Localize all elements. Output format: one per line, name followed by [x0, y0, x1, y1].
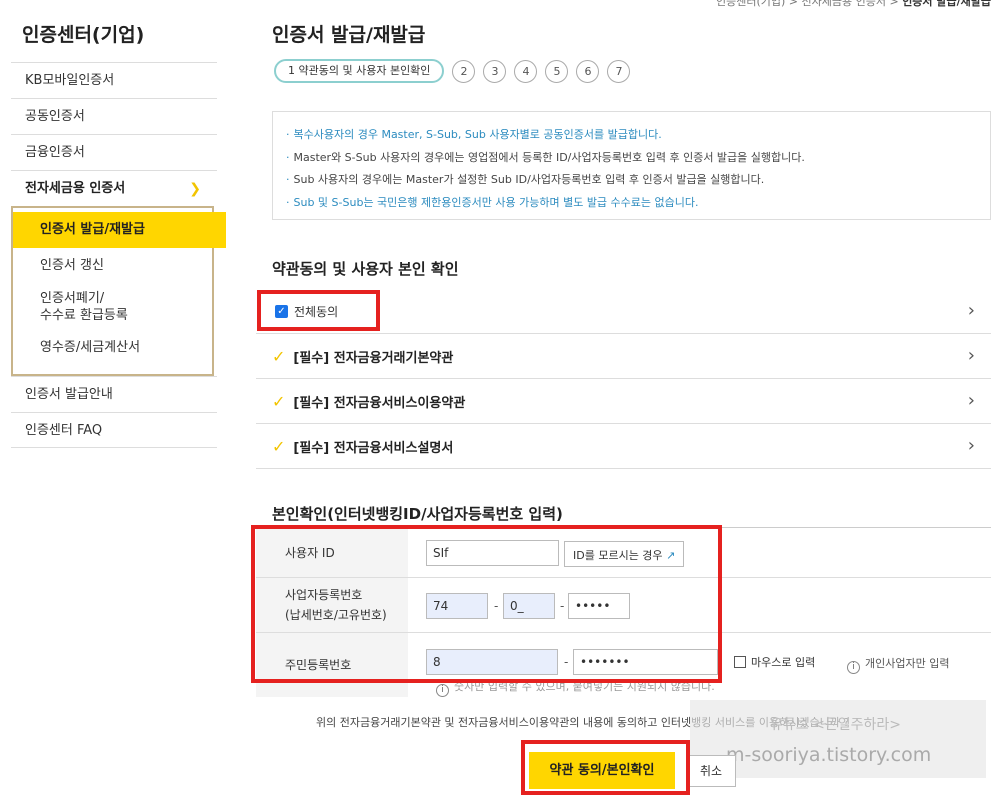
cancel-button[interactable]: 취소 — [686, 755, 736, 787]
find-id-label: ID를 모르시는 경우 — [573, 549, 663, 562]
step-item: 4 — [514, 59, 538, 83]
field-label: 사용자 ID — [256, 528, 408, 577]
page-title: 인증서 발급/재발급 — [272, 24, 426, 46]
sidebar-item-finance-cert[interactable]: 금융인증서 — [11, 134, 217, 170]
sidebar-item-guide[interactable]: 인증서 발급안내 — [11, 376, 217, 412]
sidebar-item-joint-cert[interactable]: 공동인증서 — [11, 98, 217, 134]
notice-line: 복수사용자의 경우 Master, S-Sub, Sub 사용자별로 공동인증서… — [286, 124, 990, 147]
separator: - — [560, 599, 565, 613]
sidebar-item-e-tax-cert[interactable]: 전자세금용 인증서 ❯ — [11, 170, 217, 206]
biz-number-input-3[interactable]: ••••• — [568, 593, 630, 619]
chevron-right-icon[interactable]: › — [968, 435, 975, 456]
user-id-input[interactable]: SIf — [426, 540, 559, 566]
mouse-input-toggle[interactable]: 마우스로 입력 — [734, 654, 815, 670]
rrn-input-1[interactable]: 8 — [426, 649, 558, 675]
field-label-line: (납세번호/고유번호) — [285, 608, 387, 622]
agree-confirm-button[interactable]: 약관 동의/본인확인 — [529, 752, 675, 789]
submenu-item-renew[interactable]: 인증서 갱신 — [13, 248, 212, 284]
biz-number-input-2[interactable]: 0_ — [503, 593, 555, 619]
breadcrumb-current: 인증서 발급/재발급 — [902, 0, 991, 8]
check-icon: ✓ — [272, 391, 286, 411]
user-id-row: 사용자 ID SIf ID를 모르시는 경우 ↗ — [256, 528, 991, 578]
chevron-down-icon: ❯ — [189, 181, 201, 197]
check-icon: ✓ — [272, 346, 286, 366]
submenu-item-receipt[interactable]: 영수증/세금계산서 — [13, 330, 212, 366]
watermark-line: 유튜브 <돈일주하라> — [770, 717, 901, 733]
step-item: 2 — [452, 59, 476, 83]
terms-item-label: [필수] 전자금융거래기본약관 — [293, 350, 454, 366]
terms-item-label: [필수] 전자금융서비스설명서 — [293, 440, 454, 456]
sidebar-item-kb-mobile[interactable]: KB모바일인증서 — [11, 62, 217, 98]
field-label-line: 사업자등록번호 — [285, 588, 363, 602]
agree-all-row[interactable]: ✓ 전체동의 › — [256, 289, 991, 334]
input-hint: i 숫자만 입력할 수 있으며, 붙여넣기는 지원되지 않습니다. — [436, 678, 715, 697]
submenu-item-label: 인증서폐기/ — [40, 291, 105, 306]
rrn-input-2[interactable]: ••••••• — [573, 649, 718, 675]
terms-heading: 약관동의 및 사용자 본인 확인 — [272, 260, 459, 278]
sidebar-item-label: 전자세금용 인증서 — [25, 181, 126, 196]
terms-item-label: [필수] 전자금융서비스이용약관 — [293, 395, 466, 411]
info-icon: i — [436, 684, 449, 697]
external-link-icon: ↗ — [666, 549, 676, 562]
individual-only-label: 개인사업자만 입력 — [865, 657, 950, 670]
sidebar-title: 인증센터(기업) — [22, 24, 145, 46]
step-current: 1 약관동의 및 사용자 본인확인 — [274, 59, 445, 83]
sidebar: KB모바일인증서 공동인증서 금융인증서 전자세금용 인증서 ❯ 인증서 발급/… — [11, 62, 226, 448]
terms-item[interactable]: ✓ [필수] 전자금융거래기본약관 › — [256, 334, 991, 379]
submenu-item-issue[interactable]: 인증서 발급/재발급 — [13, 212, 226, 248]
notice-line: Sub 및 S-Sub는 국민은행 제한용인증서만 사용 가능하며 별도 발급 … — [286, 192, 990, 215]
field-label: 사업자등록번호 (납세번호/고유번호) — [256, 578, 408, 632]
field-label: 주민등록번호 — [256, 633, 408, 697]
watermark-line: m-sooriya.tistory.com — [726, 744, 932, 766]
identity-form: 사용자 ID SIf ID를 모르시는 경우 ↗ 사업자등록번호 (납세번호/고… — [256, 527, 991, 697]
sidebar-item-faq[interactable]: 인증센터 FAQ — [11, 412, 217, 448]
terms-item[interactable]: ✓ [필수] 전자금융서비스설명서 › — [256, 424, 991, 469]
notice-line: Sub 사용자의 경우에는 Master가 설정한 Sub ID/사업자등록번호… — [286, 169, 990, 192]
step-item: 3 — [483, 59, 507, 83]
sidebar-submenu: 인증서 발급/재발급 인증서 갱신 인증서폐기/ 수수료 환급등록 영수증/세금… — [11, 206, 226, 376]
chevron-right-icon[interactable]: › — [968, 390, 975, 411]
breadcrumb: 인증센터(기업) > 전자세금용 인증서 > 인증서 발급/재발급 — [716, 0, 991, 9]
step-item: 7 — [607, 59, 631, 83]
chevron-right-icon[interactable]: › — [968, 300, 975, 321]
rrn-row: 주민등록번호 8 - ••••••• 마우스로 입력 i 개인사업자만 입력 i숫… — [256, 633, 991, 697]
biz-number-input-1[interactable]: 74 — [426, 593, 488, 619]
separator: - — [564, 655, 569, 669]
step-indicator: 1 약관동의 및 사용자 본인확인 2 3 4 5 6 7 — [274, 59, 638, 83]
info-icon: i — [847, 661, 860, 674]
submenu-item-label: 수수료 환급등록 — [40, 308, 128, 323]
step-item: 6 — [576, 59, 600, 83]
terms-item[interactable]: ✓ [필수] 전자금융서비스이용약관 › — [256, 379, 991, 424]
step-item: 5 — [545, 59, 569, 83]
submenu-item-revoke[interactable]: 인증서폐기/ 수수료 환급등록 — [13, 284, 212, 330]
individual-only-note: i 개인사업자만 입력 — [847, 655, 949, 674]
identity-heading: 본인확인(인터넷뱅킹ID/사업자등록번호 입력) — [272, 505, 563, 523]
agree-all-checkbox[interactable]: ✓ — [275, 304, 288, 318]
mouse-input-checkbox[interactable] — [734, 656, 746, 668]
agree-all-label: 전체동의 — [294, 304, 339, 319]
breadcrumb-item[interactable]: 전자세금용 인증서 — [802, 0, 886, 8]
notice-line: Master와 S-Sub 사용자의 경우에는 영업점에서 등록한 ID/사업자… — [286, 147, 990, 170]
mouse-input-label: 마우스로 입력 — [751, 656, 816, 669]
biz-number-row: 사업자등록번호 (납세번호/고유번호) 74 - 0_ - ••••• — [256, 578, 991, 633]
separator: - — [494, 599, 499, 613]
find-id-button[interactable]: ID를 모르시는 경우 ↗ — [564, 541, 685, 567]
breadcrumb-item[interactable]: 인증센터(기업) — [716, 0, 785, 8]
check-icon: ✓ — [272, 436, 286, 456]
terms-list: ✓ 전체동의 › ✓ [필수] 전자금융거래기본약관 › ✓ [필수] 전자금융… — [256, 289, 991, 469]
notice-box: 복수사용자의 경우 Master, S-Sub, Sub 사용자별로 공동인증서… — [272, 111, 991, 220]
chevron-right-icon[interactable]: › — [968, 345, 975, 366]
input-hint-text: 숫자만 입력할 수 있으며, 붙여넣기는 지원되지 않습니다. — [454, 680, 715, 693]
